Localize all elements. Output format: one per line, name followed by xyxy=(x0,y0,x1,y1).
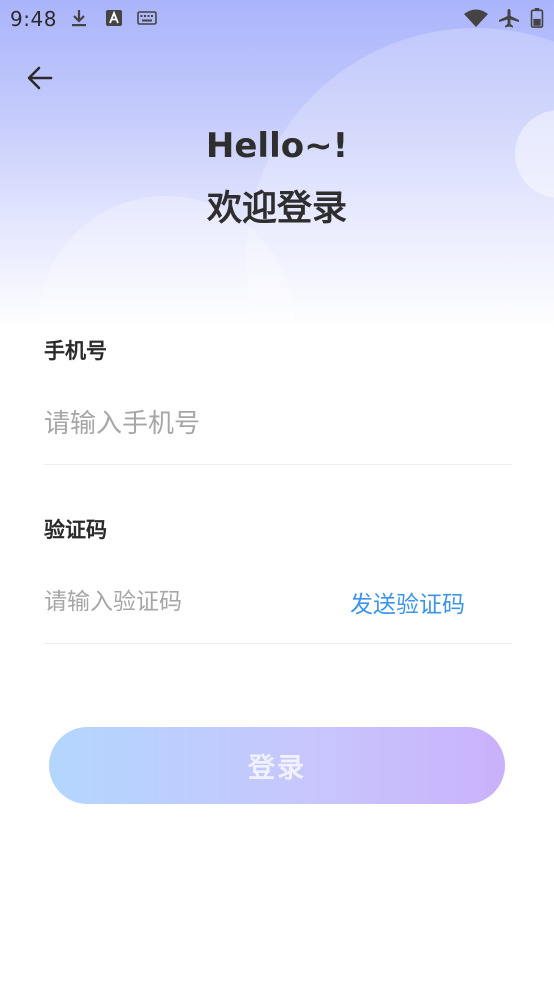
wifi-icon xyxy=(464,9,488,27)
code-label: 验证码 xyxy=(44,518,107,542)
download-icon xyxy=(72,10,86,27)
battery-icon xyxy=(530,8,544,28)
code-input[interactable] xyxy=(44,584,334,620)
decor-circle-large xyxy=(246,28,554,330)
keyboard-icon xyxy=(137,11,157,25)
page-title: 欢迎登录 xyxy=(206,189,347,229)
a-badge-icon xyxy=(106,10,122,26)
send-code-button[interactable]: 发送验证码 xyxy=(350,585,465,619)
status-time: 9:48 xyxy=(10,7,57,31)
greeting-text: Hello~! xyxy=(205,126,349,166)
phone-label: 手机号 xyxy=(44,339,107,363)
phone-input[interactable] xyxy=(44,404,484,444)
login-button[interactable]: 登录 xyxy=(49,727,505,804)
status-bar: 9:48 xyxy=(0,0,554,36)
back-arrow-icon[interactable] xyxy=(24,62,56,94)
airplane-icon xyxy=(499,9,519,28)
phone-divider xyxy=(44,464,512,465)
code-divider xyxy=(44,643,512,644)
